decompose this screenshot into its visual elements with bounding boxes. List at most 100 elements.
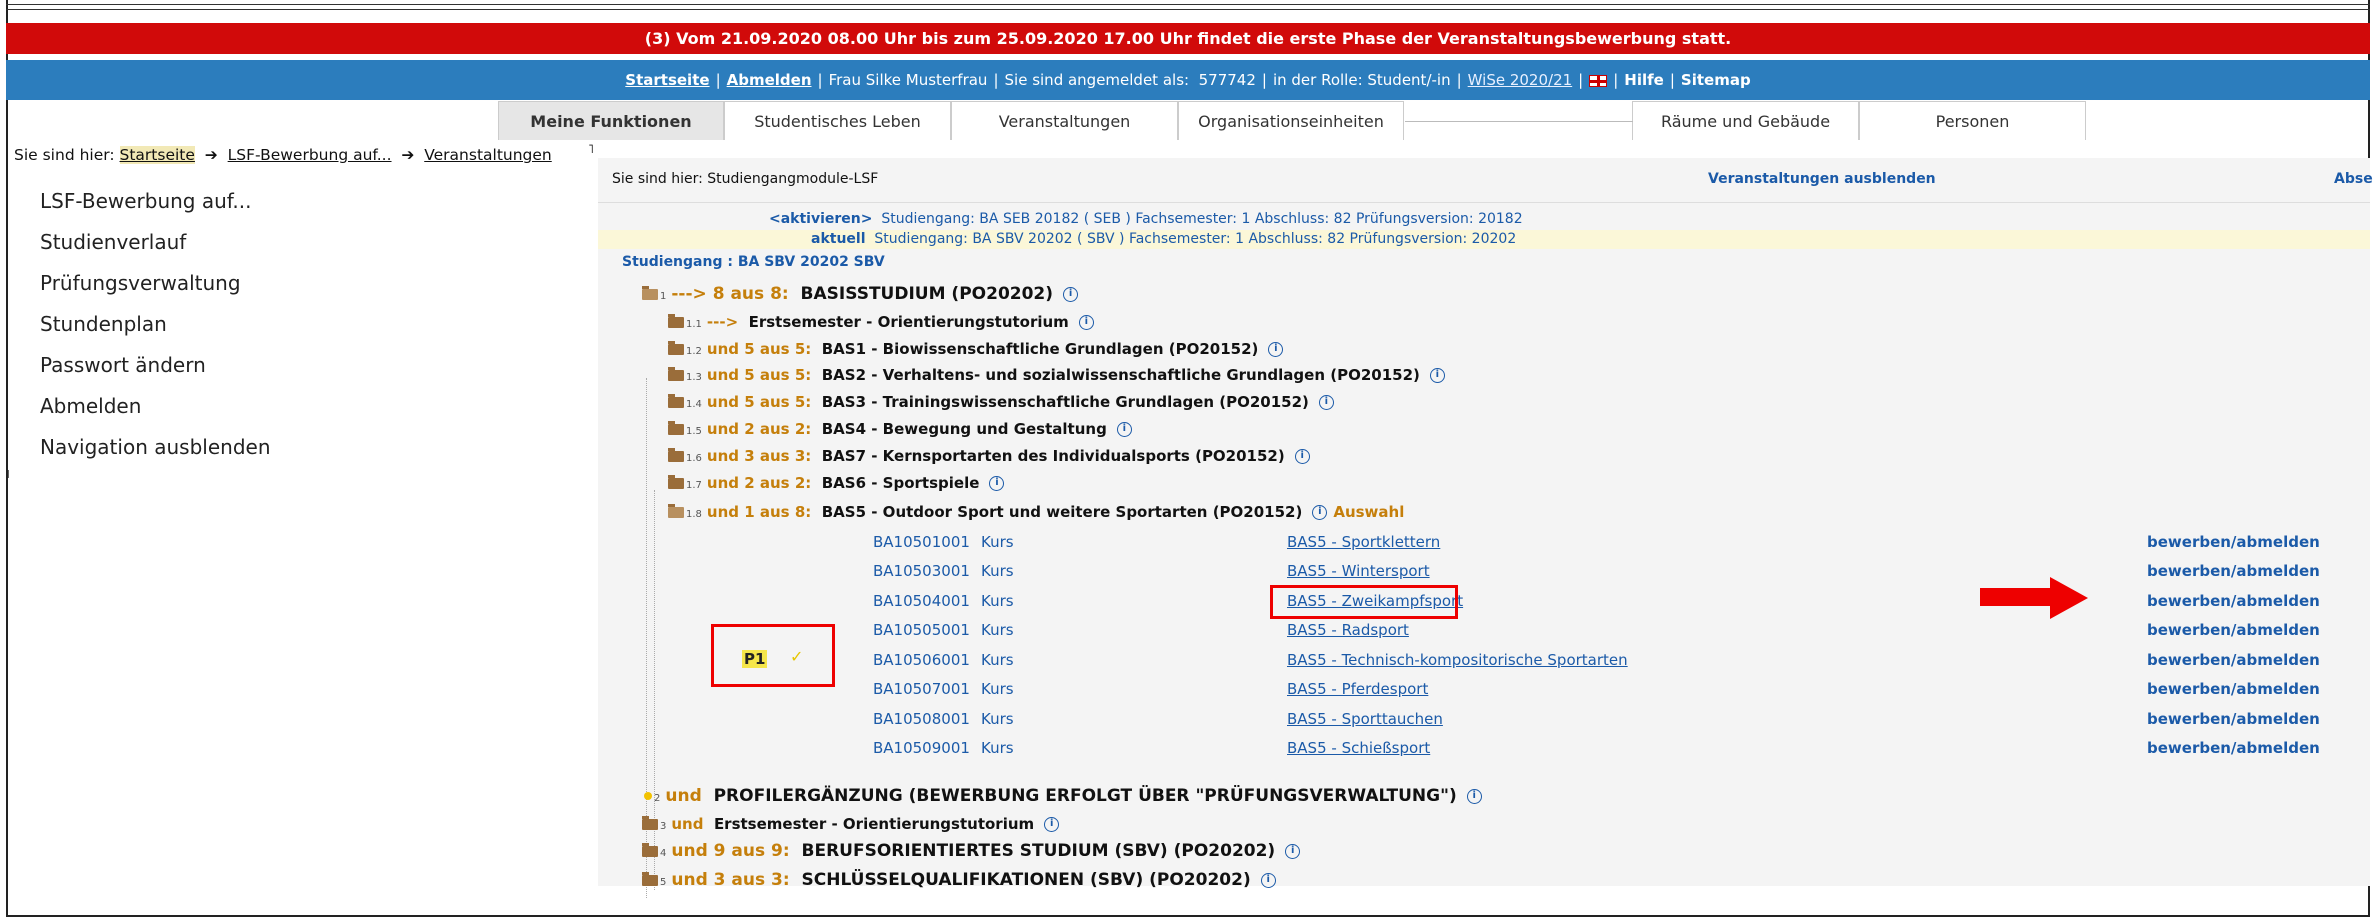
- tab-organisationseinheiten[interactable]: Organisationseinheiten: [1178, 101, 1404, 140]
- user-name: Frau Silke Musterfrau: [828, 71, 988, 89]
- cut-link[interactable]: Abse: [2334, 164, 2373, 194]
- apply-link[interactable]: bewerben/abmelden: [2147, 707, 2320, 731]
- apply-link[interactable]: bewerben/abmelden: [2147, 559, 2320, 583]
- breadcrumb-veranstaltungen[interactable]: Veranstaltungen: [424, 146, 552, 164]
- header-divider: [598, 202, 2370, 203]
- apply-link[interactable]: bewerben/abmelden: [2147, 736, 2320, 760]
- info-icon[interactable]: i: [1294, 449, 1310, 464]
- info-icon[interactable]: i: [1063, 286, 1079, 302]
- tab-meine-funktionen[interactable]: Meine Funktionen: [498, 101, 724, 140]
- abmelden-link[interactable]: Abmelden: [727, 71, 812, 89]
- info-icon[interactable]: i: [1318, 395, 1334, 410]
- breadcrumb-prefix: Sie sind hier:: [14, 146, 115, 164]
- hide-events-link[interactable]: Veranstaltungen ausblenden: [1708, 164, 1936, 194]
- nav-studienverlauf[interactable]: Studienverlauf: [40, 227, 271, 268]
- checkmark-icon: ✓: [790, 647, 804, 666]
- top-divider: [6, 4, 2370, 10]
- location-label: Sie sind hier: Studiengangmodule-LSF: [612, 171, 879, 187]
- info-icon[interactable]: i: [1260, 872, 1276, 888]
- course-link[interactable]: BAS5 - Sportklettern: [1287, 530, 1440, 554]
- info-icon[interactable]: i: [1312, 505, 1328, 520]
- folder-icon: [668, 475, 684, 489]
- info-icon[interactable]: i: [1044, 817, 1060, 832]
- small-mark: ˥: [588, 142, 594, 156]
- info-icon[interactable]: i: [1285, 843, 1301, 859]
- course-row: BA10504001 Kurs BAS5 - Zweikampfsport bewer…: [873, 589, 2353, 613]
- course-link[interactable]: BAS5 - Schießsport: [1287, 736, 1430, 760]
- logged-in-label: Sie sind angemeldet als:: [1004, 71, 1190, 89]
- nav-passwort-aendern[interactable]: Passwort ändern: [40, 350, 271, 391]
- folder-icon: [642, 842, 658, 857]
- course-link[interactable]: BAS5 - Pferdesport: [1287, 677, 1428, 701]
- course-link[interactable]: BAS5 - Technisch-kompositorische Sportar…: [1287, 648, 1628, 672]
- apply-link[interactable]: bewerben/abmelden: [2147, 618, 2320, 642]
- course-link[interactable]: BAS5 - Wintersport: [1287, 559, 1430, 583]
- folder-icon: [668, 421, 684, 435]
- tree-node[interactable]: 1.3 und 5 aus 5: BAS2 - Verhaltens- und s…: [668, 362, 1445, 388]
- tree-node[interactable]: 1.8 und 1 aus 8: BAS5 - Outdoor Sport und…: [668, 499, 1404, 525]
- breadcrumb-lsf-bewerbung[interactable]: LSF-Bewerbung auf...: [228, 146, 392, 164]
- auswahl-label: Auswahl: [1333, 503, 1405, 521]
- hilfe-link[interactable]: Hilfe: [1624, 71, 1664, 89]
- tab-veranstaltungen[interactable]: Veranstaltungen: [951, 101, 1178, 140]
- nav-abmelden[interactable]: Abmelden: [40, 391, 271, 432]
- course-row: BA10506001 Kurs BAS5 - Technisch-komposito…: [873, 648, 2353, 672]
- apply-link[interactable]: bewerben/abmelden: [2147, 589, 2320, 613]
- tab-raeume-gebaeude[interactable]: Räume und Gebäude: [1632, 101, 1859, 140]
- info-icon[interactable]: i: [1466, 788, 1482, 804]
- folder-icon: [668, 448, 684, 462]
- course-link[interactable]: BAS5 - Radsport: [1287, 618, 1409, 642]
- folder-icon: [668, 367, 684, 381]
- folder-icon: [642, 871, 658, 886]
- highlight-box-zweikampfsport: [1270, 585, 1458, 619]
- aktivieren-link[interactable]: <aktivieren>: [769, 211, 873, 227]
- course-row: BA10505001 Kurs BAS5 - Radsport bewerben/ab…: [873, 618, 2353, 642]
- startseite-link[interactable]: Startseite: [625, 71, 709, 89]
- red-arrow-right-icon: [1980, 577, 2090, 619]
- tree-node[interactable]: 1.6 und 3 aus 3: BAS7 - Kernsportarten de…: [668, 443, 1310, 469]
- arrow-right-icon: ➔: [199, 146, 223, 164]
- nav-lsf-bewerbung[interactable]: LSF-Bewerbung auf...: [40, 186, 271, 227]
- breadcrumb-startseite[interactable]: Startseite: [119, 146, 195, 164]
- tab-studentisches-leben[interactable]: Studentisches Leben: [724, 101, 951, 140]
- role-label: in der Rolle: Student/-in: [1272, 71, 1451, 89]
- tree-node[interactable]: 1.2 und 5 aus 5: BAS1 - Biowissenschaftli…: [668, 336, 1284, 362]
- apply-link[interactable]: bewerben/abmelden: [2147, 648, 2320, 672]
- tree-node[interactable]: 2 und PROFILERGÄNZUNG (BEWERBUNG ERFOLGT …: [644, 783, 1482, 809]
- info-icon[interactable]: i: [1268, 342, 1284, 357]
- arrow-right-icon: ➔: [396, 146, 420, 164]
- tab-personen[interactable]: Personen: [1859, 101, 2086, 140]
- sitemap-link[interactable]: Sitemap: [1681, 71, 1751, 89]
- apply-link[interactable]: bewerben/abmelden: [2147, 677, 2320, 701]
- main-content: Sie sind hier: Studiengangmodule-LSF Ver…: [598, 158, 2373, 898]
- uk-flag-icon[interactable]: [1589, 74, 1608, 87]
- course-row: BA10509001 Kurs BAS5 - Schießsport bewerben…: [873, 736, 2353, 760]
- nav-stundenplan[interactable]: Stundenplan: [40, 309, 271, 350]
- folder-icon: [668, 314, 684, 328]
- tree-node[interactable]: 4 und 9 aus 9: BERUFSORIENTIERTES STUDIUM…: [642, 838, 1301, 864]
- info-icon[interactable]: i: [1116, 422, 1132, 437]
- bullet-dot-icon: [644, 792, 652, 800]
- info-icon[interactable]: i: [989, 476, 1005, 491]
- tree-node[interactable]: 1.7 und 2 aus 2: BAS6 - Sportspiele i: [668, 470, 1005, 496]
- breadcrumb: Sie sind hier: Startseite ➔ LSF-Bewerbun…: [14, 146, 552, 164]
- info-icon[interactable]: i: [1078, 315, 1094, 330]
- tree-node[interactable]: 1.4 und 5 aus 5: BAS3 - Trainingswissensc…: [668, 389, 1334, 415]
- main-tabs: Meine Funktionen Studentisches Leben Ver…: [498, 101, 2086, 140]
- nav-pruefungsverwaltung[interactable]: Prüfungsverwaltung: [40, 268, 271, 309]
- studiengang-info: Studiengang: BA SEB 20182 ( SEB ) Fachse…: [881, 211, 1523, 227]
- tree-node[interactable]: 1 ---> 8 aus 8: BASISSTUDIUM (PO20202) i: [642, 281, 1079, 307]
- info-icon[interactable]: i: [1429, 368, 1445, 383]
- folder-open-icon: [668, 504, 684, 518]
- course-row: BA10508001 Kurs BAS5 - Sporttauchen bewerbe…: [873, 707, 2353, 731]
- tree-node[interactable]: 5 und 3 aus 3: SCHLÜSSELQUALIFIKATIONEN (…: [642, 867, 1276, 893]
- nav-navigation-ausblenden[interactable]: Navigation ausblenden: [40, 432, 271, 473]
- course-link[interactable]: BAS5 - Sporttauchen: [1287, 707, 1443, 731]
- tree-node[interactable]: 1.1 ---> Erstsemester - Orientierungstuto…: [668, 309, 1094, 335]
- folder-open-icon: [642, 285, 658, 300]
- apply-link[interactable]: bewerben/abmelden: [2147, 530, 2320, 554]
- course-row: BA10507001 Kurs BAS5 - Pferdesport bewerben…: [873, 677, 2353, 701]
- semester-link[interactable]: WiSe 2020/21: [1468, 71, 1573, 89]
- tree-node[interactable]: 3 und Erstsemester - Orientierungstutoriu…: [642, 811, 1060, 837]
- tree-node[interactable]: 1.5 und 2 aus 2: BAS4 - Bewegung und Gest…: [668, 416, 1132, 442]
